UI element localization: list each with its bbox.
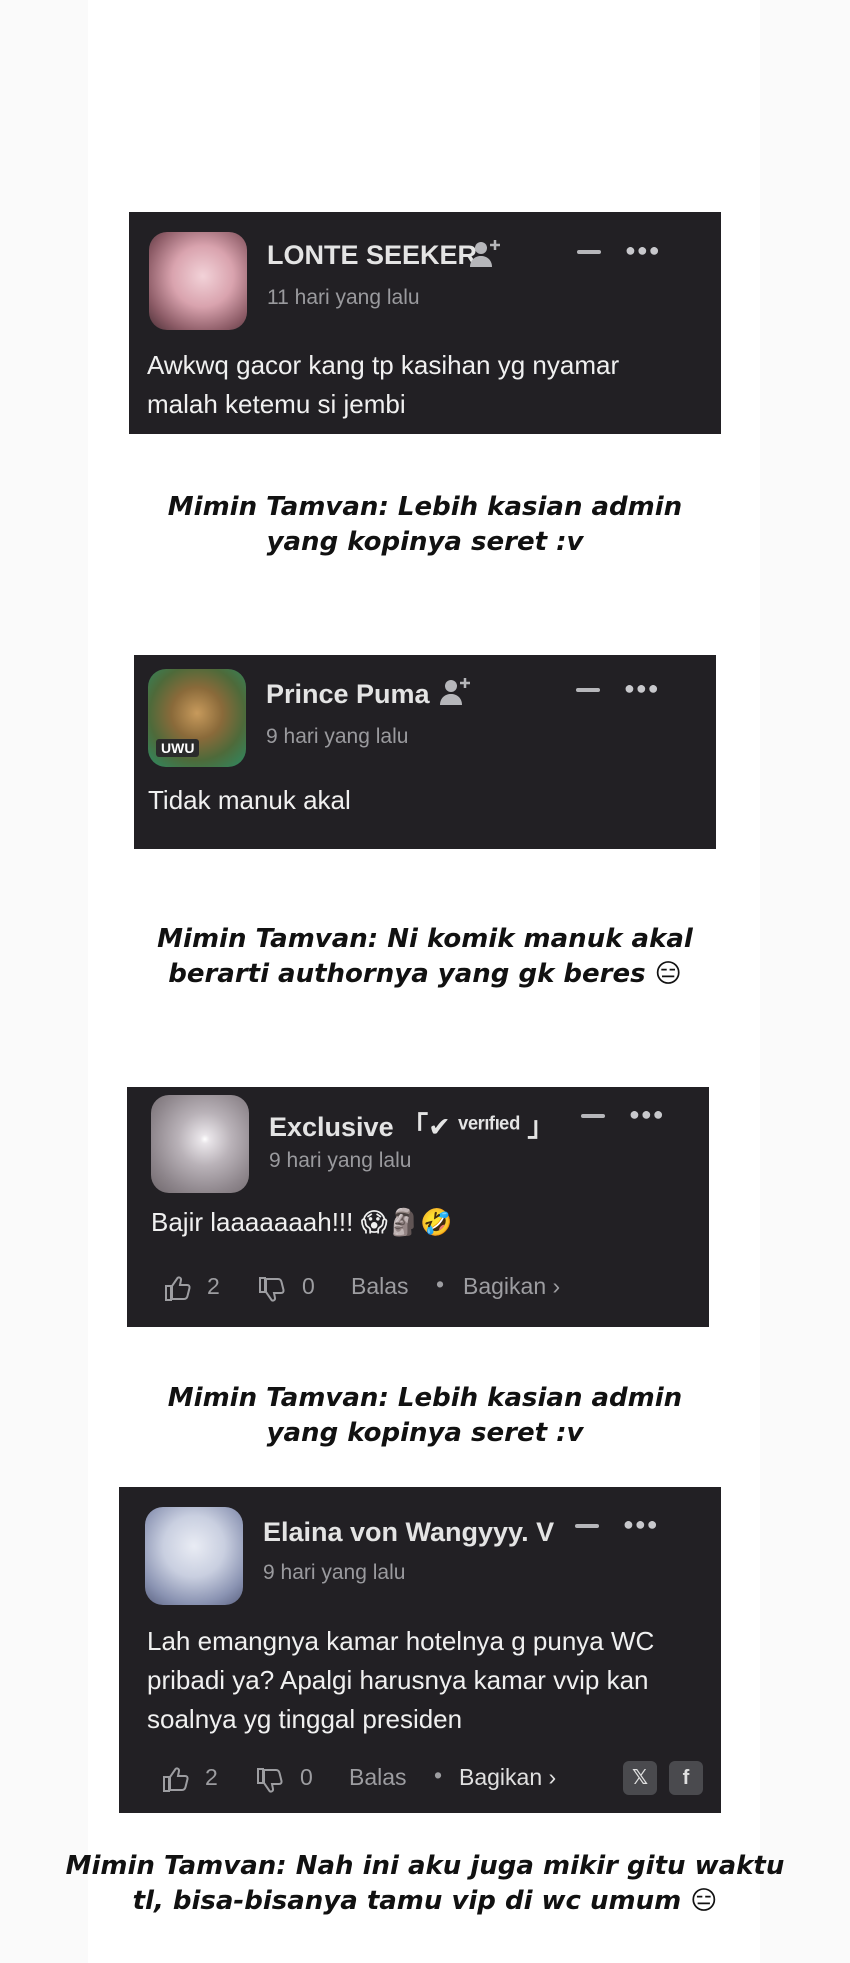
comment-username[interactable]: LONTE SEEKER [267, 240, 477, 271]
comment-time: 11 hari yang lalu [267, 286, 420, 309]
comment-text-line: Bajir laaaaaaah!!! 😱🗿🤣 [151, 1207, 453, 1237]
minus-icon[interactable] [581, 1114, 605, 1118]
avatar-badge: UWU [156, 739, 200, 757]
comment-text-line: Awkwq gacor kang tp kasihan yg nyamar [147, 350, 620, 380]
caption-line: tl, bisa-bisanya tamu vip di wc umum 😑 [132, 1886, 718, 1916]
caption: Mimin Tamvan: Nah ini aku juga mikir git… [0, 1849, 850, 1919]
avatar[interactable] [149, 232, 247, 330]
x-logo-icon[interactable]: 𝕏 [623, 1761, 657, 1795]
comment-username[interactable]: Elaina von Wangyyy. V [263, 1517, 554, 1548]
comment-time: 9 hari yang lalu [269, 1149, 412, 1172]
like-count: 2 [207, 1273, 220, 1299]
thumbs-up-icon[interactable] [161, 1764, 191, 1794]
thumbs-down-icon[interactable] [255, 1766, 285, 1796]
avatar[interactable]: UWU [148, 669, 246, 767]
user-plus-icon[interactable] [469, 238, 503, 270]
minus-icon[interactable] [575, 1524, 599, 1528]
comment-text-line: malah ketemu si jembi [147, 389, 406, 419]
comment-time: 9 hari yang lalu [263, 1561, 406, 1584]
ellipsis-icon[interactable]: ●●● [624, 678, 660, 699]
comment-time: 9 hari yang lalu [266, 725, 409, 748]
comment-text: Awkwq gacor kang tp kasihan yg nyamar ma… [147, 346, 707, 424]
caption: Mimin Tamvan: Lebih kasian admin yang ko… [0, 1381, 850, 1451]
comment-card: Exclusive 「✔ ᵛᵉʳᶦᶠᶦᵉᵈ 」 ●●● 9 hari yang … [127, 1087, 709, 1327]
dislike-count: 0 [300, 1764, 313, 1790]
minus-icon[interactable] [577, 250, 601, 254]
thumbs-down-icon[interactable] [257, 1275, 287, 1305]
ellipsis-icon[interactable]: ●●● [629, 1104, 665, 1125]
separator-dot: • [436, 1271, 445, 1297]
caption-line: Mimin Tamvan: Nah ini aku juga mikir git… [65, 1851, 785, 1881]
comment-actions: 2 0 Balas • Bagikan › 𝕏 f [161, 1761, 711, 1798]
caption-line: Mimin Tamvan: Ni komik manuk akal [157, 924, 693, 954]
caption: Mimin Tamvan: Lebih kasian admin yang ko… [0, 490, 850, 560]
comment-text-line: pribadi ya? Apalgi harusnya kamar vvip k… [147, 1665, 649, 1695]
minus-icon[interactable] [576, 688, 600, 692]
caption-line: Mimin Tamvan: Lebih kasian admin [167, 492, 683, 522]
reply-button[interactable]: Balas [349, 1764, 407, 1791]
comment-text: Bajir laaaaaaah!!! 😱🗿🤣 [151, 1203, 701, 1242]
avatar[interactable] [145, 1507, 243, 1605]
caption-line: yang kopinya seret :v [266, 527, 584, 557]
separator-dot: • [434, 1762, 443, 1788]
avatar[interactable] [151, 1095, 249, 1193]
dislike-count: 0 [302, 1273, 315, 1299]
caption-line: yang kopinya seret :v [266, 1418, 584, 1448]
comment-card: Elaina von Wangyyy. V ●●● 9 hari yang la… [119, 1487, 721, 1813]
thumbs-up-icon[interactable] [163, 1273, 193, 1303]
comment-text: Tidak manuk akal [148, 781, 698, 820]
caption-line: Mimin Tamvan: Lebih kasian admin [167, 1383, 683, 1413]
comment-card: LONTE SEEKER ●●● 11 hari yang lalu Awkwq… [129, 212, 721, 434]
caption: Mimin Tamvan: Ni komik manuk akal berart… [0, 922, 850, 992]
comment-actions: 2 0 Balas • Bagikan › [163, 1271, 703, 1305]
share-button[interactable]: Bagikan › [459, 1764, 556, 1791]
comment-text-line: Tidak manuk akal [148, 785, 351, 815]
user-plus-icon[interactable] [439, 676, 473, 708]
comment-card: UWU Prince Puma ●●● 9 hari yang lalu Tid… [134, 655, 716, 849]
share-button[interactable]: Bagikan › [463, 1273, 560, 1300]
comment-username[interactable]: Prince Puma [266, 679, 430, 710]
ellipsis-icon[interactable]: ●●● [625, 240, 661, 261]
comment-username[interactable]: Exclusive 「✔ ᵛᵉʳᶦᶠᶦᵉᵈ 」 [269, 1105, 554, 1144]
ellipsis-icon[interactable]: ●●● [623, 1514, 659, 1535]
comment-text-line: soalnya yg tinggal presiden [147, 1704, 463, 1734]
comment-text-line: Lah emangnya kamar hotelnya g punya WC [147, 1626, 655, 1656]
like-count: 2 [205, 1764, 218, 1790]
caption-line: berarti authornya yang gk beres 😑 [168, 959, 682, 989]
reply-button[interactable]: Balas [351, 1273, 409, 1300]
comment-text: Lah emangnya kamar hotelnya g punya WC p… [147, 1622, 712, 1739]
facebook-icon[interactable]: f [669, 1761, 703, 1795]
